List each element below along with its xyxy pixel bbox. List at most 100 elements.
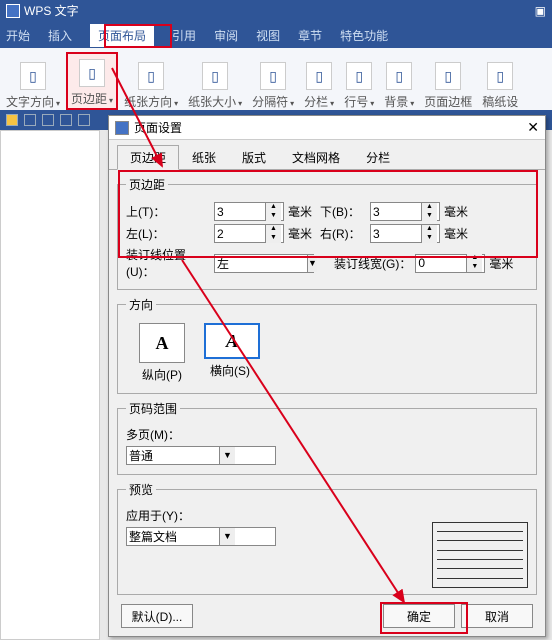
top-spinner[interactable]: ▲▼ bbox=[214, 202, 284, 221]
bottom-input[interactable] bbox=[371, 205, 421, 219]
qat-icon[interactable] bbox=[6, 114, 18, 126]
ribbon-背景[interactable]: ▯背景▾ bbox=[380, 52, 418, 110]
chevron-down-icon[interactable]: ▼ bbox=[219, 528, 235, 545]
ribbon-稿纸设[interactable]: ▯ 稿纸设 bbox=[478, 52, 522, 110]
gutter-w-spinner[interactable]: ▲▼ bbox=[415, 254, 485, 273]
orientation-group: 方向 A 纵向(P) A 横向(S) bbox=[117, 296, 537, 394]
ribbon-label: 页边距▾ bbox=[71, 90, 113, 107]
ribbon-文字方向[interactable]: ▯ 文字方向▾ bbox=[2, 52, 64, 110]
right-unit: 毫米 bbox=[444, 225, 472, 242]
page-icon: ▯ bbox=[435, 62, 461, 90]
menu-章节[interactable]: 章节 bbox=[298, 27, 322, 44]
ribbon-label: 纸张方向▾ bbox=[124, 93, 178, 110]
top-input[interactable] bbox=[215, 205, 265, 219]
right-input[interactable] bbox=[371, 227, 421, 241]
page-icon: ▯ bbox=[306, 62, 332, 90]
page-range-group: 页码范围 多页(M)： ▼ bbox=[117, 400, 537, 475]
page-icon: ▯ bbox=[79, 59, 105, 87]
qat-icon[interactable] bbox=[78, 114, 90, 126]
landscape-label: 横向(S) bbox=[210, 364, 250, 378]
chevron-down-icon: ▾ bbox=[238, 99, 242, 108]
ok-button[interactable]: 确定 bbox=[383, 604, 455, 628]
gutter-pos-input[interactable] bbox=[215, 255, 307, 272]
menu-特色功能[interactable]: 特色功能 bbox=[340, 27, 388, 44]
cancel-button[interactable]: 取消 bbox=[461, 604, 533, 628]
chevron-down-icon[interactable]: ▼ bbox=[307, 255, 317, 272]
gutter-pos-label: 装订线位置(U)： bbox=[126, 246, 210, 280]
ribbon-分隔符[interactable]: ▯分隔符▾ bbox=[248, 52, 298, 110]
portrait-icon: A bbox=[139, 323, 185, 363]
landscape-option[interactable]: A 横向(S) bbox=[204, 323, 256, 383]
menu-页面布局[interactable]: 页面布局 bbox=[90, 24, 154, 47]
portrait-option[interactable]: A 纵向(P) bbox=[136, 323, 188, 383]
tab-页边距[interactable]: 页边距 bbox=[117, 145, 179, 170]
page-icon: ▯ bbox=[20, 62, 46, 90]
app-logo-icon bbox=[6, 4, 20, 18]
page-icon: ▯ bbox=[487, 62, 513, 90]
multi-input[interactable] bbox=[127, 447, 219, 464]
dialog-icon bbox=[115, 121, 129, 135]
close-icon[interactable]: ✕ bbox=[527, 119, 539, 136]
preview-thumbnail bbox=[432, 522, 528, 588]
ribbon-页面边框[interactable]: ▯ 页面边框 bbox=[420, 52, 476, 110]
margins-group: 页边距 上(T)： ▲▼ 毫米 下(B)： ▲▼ 毫米 左(L)： ▲▼ 毫米 … bbox=[117, 176, 537, 290]
page-icon: ▯ bbox=[260, 62, 286, 90]
top-unit: 毫米 bbox=[288, 203, 316, 220]
page-range-legend: 页码范围 bbox=[126, 400, 180, 417]
menu-审阅[interactable]: 审阅 bbox=[214, 27, 238, 44]
tab-纸张[interactable]: 纸张 bbox=[179, 145, 229, 170]
right-spinner[interactable]: ▲▼ bbox=[370, 224, 440, 243]
ribbon-行号[interactable]: ▯行号▾ bbox=[340, 52, 378, 110]
gutter-w-input[interactable] bbox=[416, 256, 466, 270]
landscape-icon: A bbox=[204, 323, 260, 359]
page-setup-dialog: 页面设置 ✕ 页边距纸张版式文档网格分栏 页边距 上(T)： ▲▼ 毫米 下(B… bbox=[108, 115, 546, 637]
menu-插入[interactable]: 插入 bbox=[48, 27, 72, 44]
multi-label: 多页(M)： bbox=[126, 426, 210, 443]
margins-legend: 页边距 bbox=[126, 176, 168, 193]
apply-combo[interactable]: ▼ bbox=[126, 527, 276, 546]
chevron-down-icon: ▾ bbox=[174, 99, 178, 108]
page-icon: ▯ bbox=[202, 62, 228, 90]
qat-icon[interactable] bbox=[60, 114, 72, 126]
bottom-label: 下(B)： bbox=[320, 203, 366, 220]
ribbon-label: 文字方向▾ bbox=[6, 93, 60, 110]
left-label: 左(L)： bbox=[126, 225, 210, 242]
multi-combo[interactable]: ▼ bbox=[126, 446, 276, 465]
dialog-titlebar: 页面设置 ✕ bbox=[109, 116, 545, 140]
menu-视图[interactable]: 视图 bbox=[256, 27, 280, 44]
chevron-down-icon: ▾ bbox=[410, 99, 414, 108]
menu-开始[interactable]: 开始 bbox=[6, 27, 30, 44]
ribbon-纸张方向[interactable]: ▯ 纸张方向▾ bbox=[120, 52, 182, 110]
qat-icon[interactable] bbox=[42, 114, 54, 126]
chevron-down-icon: ▾ bbox=[56, 99, 60, 108]
ribbon-label: 稿纸设 bbox=[482, 93, 518, 110]
orientation-legend: 方向 bbox=[126, 296, 156, 313]
ribbon-label: 背景▾ bbox=[384, 93, 414, 110]
tab-版式[interactable]: 版式 bbox=[229, 145, 279, 170]
left-unit: 毫米 bbox=[288, 225, 316, 242]
tab-分栏[interactable]: 分栏 bbox=[353, 145, 403, 170]
ribbon-页边距[interactable]: ▯ 页边距▾ bbox=[66, 52, 118, 110]
left-spinner[interactable]: ▲▼ bbox=[214, 224, 284, 243]
ribbon-label: 页面边框 bbox=[424, 93, 472, 110]
default-button[interactable]: 默认(D)... bbox=[121, 604, 193, 628]
ribbon-纸张大小[interactable]: ▯纸张大小▾ bbox=[184, 52, 246, 110]
tab-文档网格[interactable]: 文档网格 bbox=[279, 145, 353, 170]
qat-icon[interactable] bbox=[24, 114, 36, 126]
menu-引用[interactable]: 引用 bbox=[172, 27, 196, 44]
dialog-footer: 默认(D)... 确定 取消 bbox=[109, 604, 545, 628]
left-input[interactable] bbox=[215, 227, 265, 241]
top-label: 上(T)： bbox=[126, 203, 210, 220]
ribbon-分栏[interactable]: ▯分栏▾ bbox=[300, 52, 338, 110]
shortcut-icon[interactable]: ▣ bbox=[535, 0, 546, 22]
page-icon: ▯ bbox=[138, 62, 164, 90]
right-label: 右(R)： bbox=[320, 225, 366, 242]
page-icon: ▯ bbox=[346, 62, 372, 90]
app-titlebar: WPS 文字 ▣ bbox=[0, 0, 552, 22]
ribbon: ▯文字方向▾▯页边距▾▯纸张方向▾▯纸张大小▾▯分隔符▾▯分栏▾▯行号▾▯背景▾… bbox=[0, 48, 552, 110]
portrait-label: 纵向(P) bbox=[142, 368, 182, 382]
apply-input[interactable] bbox=[127, 528, 219, 545]
gutter-pos-combo[interactable]: ▼ bbox=[214, 254, 314, 273]
chevron-down-icon[interactable]: ▼ bbox=[219, 447, 235, 464]
bottom-spinner[interactable]: ▲▼ bbox=[370, 202, 440, 221]
